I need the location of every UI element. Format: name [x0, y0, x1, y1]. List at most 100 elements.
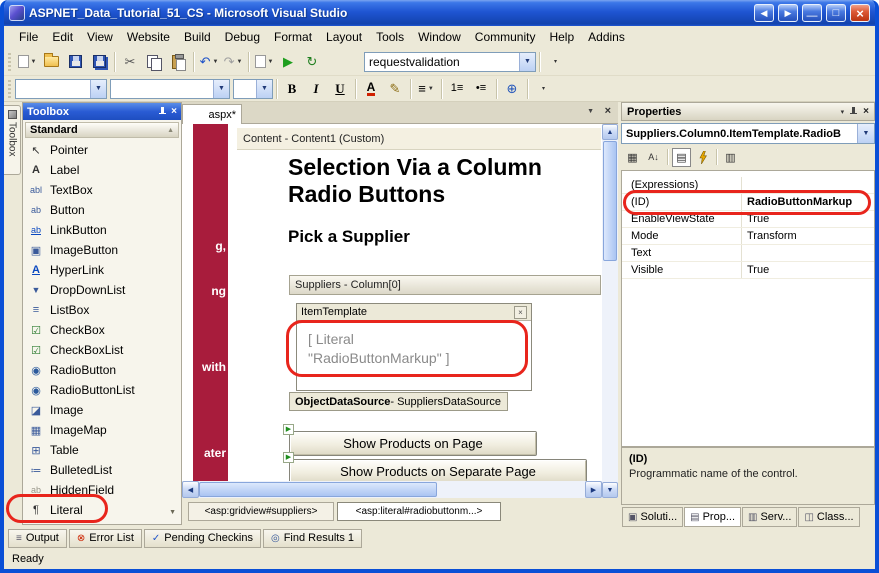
itemtemplate-box[interactable]: ItemTemplate × [ Literal "RadioButtonMar…: [296, 303, 532, 391]
menu-file[interactable]: File: [12, 28, 45, 46]
vertical-scrollbar[interactable]: ▲ ▼: [602, 124, 618, 498]
menu-layout[interactable]: Layout: [319, 28, 369, 46]
toolbox-item-linkbutton[interactable]: abLinkButton: [24, 220, 180, 240]
scroll-right-icon[interactable]: ▶: [585, 481, 602, 498]
object-selector-combo[interactable]: Suppliers.Column0.ItemTemplate.RadioB ▼: [621, 123, 875, 144]
toolbox-item-hiddenfield[interactable]: abHiddenField: [24, 480, 180, 500]
property-row-enableviewstate[interactable]: EnableViewState True: [622, 211, 874, 228]
toolbox-item-literal[interactable]: ¶Literal: [24, 500, 180, 520]
tab-find-results[interactable]: ◎Find Results 1: [263, 529, 362, 548]
redo-button[interactable]: ↷▼: [222, 51, 244, 73]
toolbox-item-label[interactable]: ALabel: [24, 160, 180, 180]
show-products-on-page-button[interactable]: Show Products on Page: [289, 431, 537, 456]
horizontal-scrollbar[interactable]: ◀ ▶: [182, 481, 602, 498]
minimize-button[interactable]: —: [802, 4, 822, 22]
toolbox-item-imagemap[interactable]: ▦ImageMap: [24, 420, 180, 440]
menu-debug[interactable]: Debug: [218, 28, 267, 46]
properties-header[interactable]: Properties ▾ ×: [621, 102, 875, 121]
gridview-header[interactable]: Suppliers - Column[0]: [289, 275, 601, 295]
toolbox-category-standard[interactable]: Standard ▲: [25, 122, 179, 138]
tab-properties[interactable]: ▤Prop...: [684, 507, 741, 527]
titlebar[interactable]: ASPNET_Data_Tutorial_51_CS - Microsoft V…: [4, 0, 875, 26]
scroll-down-icon[interactable]: ▼: [602, 482, 618, 498]
menu-tools[interactable]: Tools: [369, 28, 411, 46]
italic-button[interactable]: I: [305, 78, 327, 100]
property-row-mode[interactable]: Mode Transform: [622, 228, 874, 245]
events-button[interactable]: [693, 148, 712, 167]
bulleted-list-button[interactable]: •≡: [470, 78, 492, 100]
menu-addins[interactable]: Addins: [581, 28, 632, 46]
property-row-expressions[interactable]: (Expressions): [622, 177, 874, 194]
tab-solution-explorer[interactable]: ▣Soluti...: [622, 507, 683, 527]
nav-back-button[interactable]: ◀: [754, 4, 774, 22]
toolbox-close-icon[interactable]: ×: [171, 106, 177, 117]
toolbox-item-imagebutton[interactable]: ▣ImageButton: [24, 240, 180, 260]
toolbox-item-radiobuttonlist[interactable]: ◉RadioButtonList: [24, 380, 180, 400]
undo-button[interactable]: ↶▼: [198, 51, 220, 73]
toolbox-item-hyperlink[interactable]: AHyperLink: [24, 260, 180, 280]
menu-community[interactable]: Community: [468, 28, 543, 46]
menu-view[interactable]: View: [80, 28, 120, 46]
menu-website[interactable]: Website: [120, 28, 177, 46]
horizontal-scroll-thumb[interactable]: [199, 482, 437, 497]
highlight-button[interactable]: ✎: [384, 78, 406, 100]
template-close-icon[interactable]: ×: [514, 306, 527, 319]
document-close-icon[interactable]: ×: [605, 105, 611, 117]
toolbox-item-dropdownlist[interactable]: ▼DropDownList: [24, 280, 180, 300]
toolbox-item-image[interactable]: ◪Image: [24, 400, 180, 420]
panel-menu-icon[interactable]: ▾: [841, 108, 845, 116]
toolbox-item-pointer[interactable]: ↖Pointer: [24, 140, 180, 160]
menu-edit[interactable]: Edit: [45, 28, 80, 46]
tab-output[interactable]: ≡Output: [8, 529, 67, 548]
toolbox-header[interactable]: Toolbox ×: [23, 103, 181, 120]
scroll-up-icon[interactable]: ▲: [167, 127, 174, 134]
toolbar-overflow-button[interactable]: ▾: [532, 78, 554, 100]
numbered-list-button[interactable]: 1≡: [446, 78, 468, 100]
hyperlink-button[interactable]: ⊕: [501, 78, 523, 100]
document-tab-aspx[interactable]: aspx*: [182, 104, 242, 124]
toolbar-grip[interactable]: [8, 53, 11, 71]
add-new-item-button[interactable]: ▼: [16, 51, 38, 73]
design-surface[interactable]: g, ng with ater Content - Content1 (Cust…: [182, 124, 602, 481]
toolbox-item-radiobutton[interactable]: ◉RadioButton: [24, 360, 180, 380]
alphabetical-button[interactable]: A↓: [644, 148, 663, 167]
check-page-button[interactable]: ↻: [301, 51, 323, 73]
pin-icon[interactable]: [849, 106, 858, 117]
show-products-separate-page-button[interactable]: Show Products on Separate Page: [289, 459, 587, 481]
tab-pending-checkins[interactable]: ✓Pending Checkins: [144, 529, 261, 548]
nav-forward-button[interactable]: ▶: [778, 4, 798, 22]
menu-format[interactable]: Format: [267, 28, 319, 46]
block-format-combo[interactable]: ▼: [15, 79, 107, 99]
property-row-id[interactable]: (ID) RadioButtonMarkup: [622, 194, 874, 211]
font-size-combo[interactable]: ▼: [233, 79, 273, 99]
tag-literal-radiobutton[interactable]: <asp:literal#radiobuttonm...>: [337, 502, 501, 521]
combo-dropdown-icon[interactable]: ▼: [256, 80, 272, 98]
navigate-button[interactable]: ▼: [253, 51, 275, 73]
toolbox-item-bulletedlist[interactable]: ≔BulletedList: [24, 460, 180, 480]
scroll-up-icon[interactable]: ▲: [602, 124, 618, 140]
toolbox-item-table[interactable]: ⊞Table: [24, 440, 180, 460]
smart-tag-icon[interactable]: ▶: [283, 452, 294, 463]
content-placeholder-header[interactable]: Content - Content1 (Custom): [237, 128, 601, 150]
open-file-button[interactable]: [40, 51, 62, 73]
properties-close-icon[interactable]: ×: [863, 106, 869, 117]
pin-icon[interactable]: [158, 106, 167, 117]
itemtemplate-header[interactable]: ItemTemplate ×: [297, 304, 531, 321]
scroll-down-icon[interactable]: ▼: [169, 509, 176, 516]
toolbar-grip[interactable]: [8, 80, 11, 98]
toolbox-item-checkbox[interactable]: ☑CheckBox: [24, 320, 180, 340]
font-name-combo[interactable]: ▼: [110, 79, 230, 99]
property-row-text[interactable]: Text: [622, 245, 874, 262]
smart-tag-icon[interactable]: ▶: [283, 424, 294, 435]
cut-button[interactable]: ✂: [119, 51, 141, 73]
paste-button[interactable]: [167, 51, 189, 73]
tab-server-explorer[interactable]: ▥Serv...: [742, 507, 797, 527]
find-combo[interactable]: requestvalidation ▼: [364, 52, 536, 72]
close-button[interactable]: ×: [850, 4, 870, 22]
align-button[interactable]: ≡▼: [415, 78, 437, 100]
toolbox-item-button[interactable]: abButton: [24, 200, 180, 220]
combo-dropdown-icon[interactable]: ▼: [519, 53, 535, 71]
font-color-button[interactable]: A: [360, 78, 382, 100]
property-row-visible[interactable]: Visible True: [622, 262, 874, 279]
maximize-button[interactable]: □: [826, 4, 846, 22]
